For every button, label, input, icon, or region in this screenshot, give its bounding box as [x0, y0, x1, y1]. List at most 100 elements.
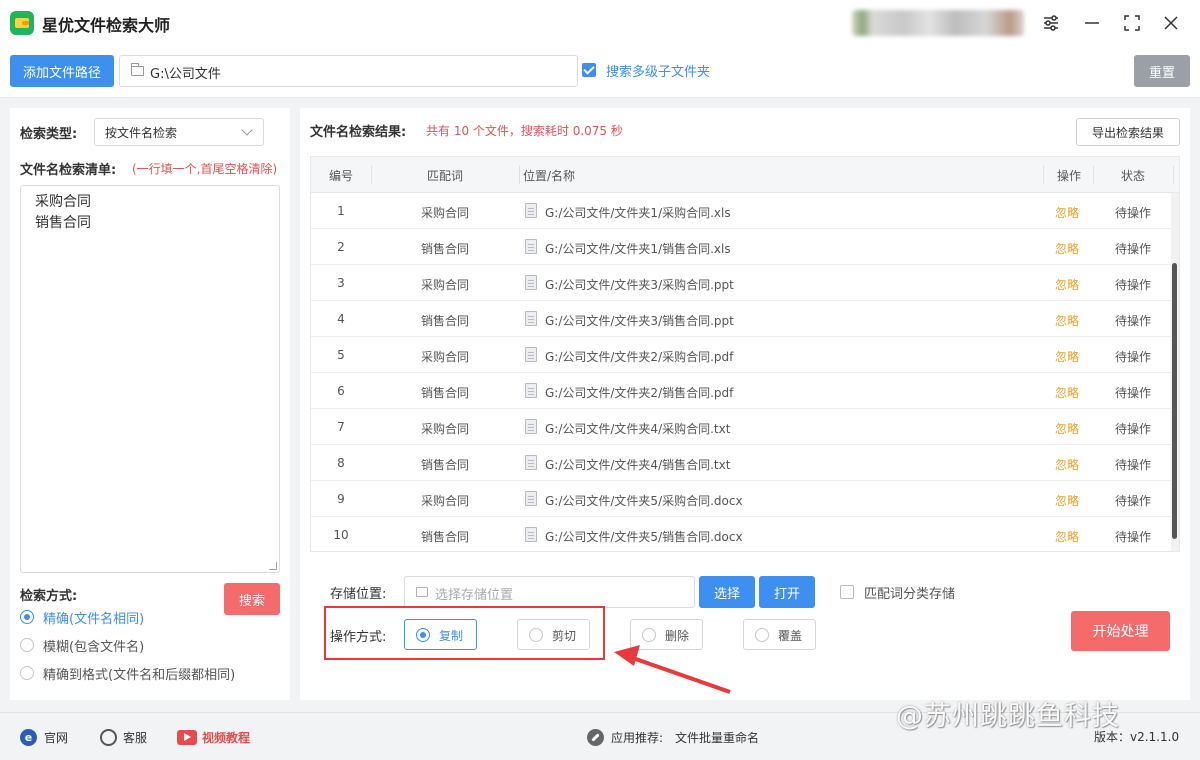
fuzzy-radio[interactable]	[20, 638, 34, 652]
row-keyword: 销售合同	[420, 242, 469, 256]
delete-option[interactable]: 删除	[630, 619, 703, 650]
row-ignore-link[interactable]: 忽略	[1041, 348, 1093, 365]
exact-radio[interactable]	[20, 610, 34, 624]
left-panel: 检索类型: 按文件名检索 文件名检索清单: (一行填一个,首尾空格清除) 采购合…	[10, 108, 290, 700]
path-input[interactable]: G:\公司文件	[119, 55, 578, 87]
row-ignore-link[interactable]: 忽略	[1041, 492, 1093, 509]
overwrite-option[interactable]: 覆盖	[743, 619, 816, 650]
link-icon	[587, 729, 604, 746]
website-icon[interactable]: e	[20, 729, 37, 746]
website-link[interactable]: 官网	[44, 729, 68, 746]
row-status: 待操作	[1114, 278, 1151, 292]
list-hint: (一行填一个,首尾空格清除)	[132, 162, 278, 176]
chevron-down-icon	[241, 124, 253, 136]
subfolder-checkbox[interactable]	[582, 63, 596, 77]
maximize-icon[interactable]	[1121, 12, 1143, 34]
row-status: 待操作	[1114, 494, 1151, 508]
recommend-app-link[interactable]: 文件批量重命名	[675, 729, 759, 746]
table-row[interactable]: 5 采购合同 G:/公司文件/文件夹2/采购合同.pdf 忽略 待操作	[311, 337, 1173, 373]
row-ignore-link[interactable]: 忽略	[1041, 528, 1093, 545]
storage-location-input[interactable]: 选择存储位置	[404, 576, 695, 608]
close-icon[interactable]	[1160, 12, 1182, 34]
list-label: 文件名检索清单:	[20, 163, 117, 178]
video-icon[interactable]	[177, 730, 197, 745]
column-header-path: 位置/名称	[523, 169, 576, 183]
table-row[interactable]: 10 销售合同 G:/公司文件/文件夹5/销售合同.docx 忽略 待操作	[311, 517, 1173, 551]
row-ignore-link[interactable]: 忽略	[1041, 384, 1093, 401]
row-ignore-link[interactable]: 忽略	[1041, 456, 1093, 473]
app-title: 星优文件检索大师	[42, 16, 171, 35]
results-table: 编号 匹配词 位置/名称 操作 状态 1 采购合同 G:/公司文件/文件夹1/采购合…	[310, 156, 1180, 552]
table-row[interactable]: 6 销售合同 G:/公司文件/文件夹2/销售合同.pdf 忽略 待操作	[311, 373, 1173, 409]
file-icon	[525, 311, 537, 326]
row-path: G:/公司文件/文件夹1/销售合同.xls	[545, 242, 731, 256]
exact-format-radio[interactable]	[20, 666, 34, 680]
column-header-op: 操作	[1056, 169, 1081, 183]
search-type-value: 按文件名检索	[105, 126, 178, 140]
filename-list-input[interactable]: 采购合同 销售合同	[20, 185, 280, 573]
title-bar: 星优文件检索大师	[0, 0, 1200, 46]
watermark: @苏州跳跳鱼科技	[896, 701, 1120, 732]
exact-option-label[interactable]: 精确(文件名相同)	[43, 608, 144, 627]
row-status: 待操作	[1114, 206, 1151, 220]
search-type-select[interactable]: 按文件名检索	[94, 118, 264, 146]
row-ignore-link[interactable]: 忽略	[1041, 420, 1093, 437]
table-scrollbar[interactable]	[1171, 193, 1179, 551]
column-header-keyword: 匹配词	[426, 169, 463, 183]
row-ignore-link[interactable]: 忽略	[1041, 240, 1093, 257]
folder-icon	[131, 63, 144, 76]
file-icon	[525, 347, 537, 362]
overwrite-radio[interactable]	[755, 628, 769, 642]
choose-location-button[interactable]: 选择	[699, 576, 755, 608]
row-keyword: 采购合同	[420, 494, 469, 508]
add-path-button[interactable]: 添加文件路径	[10, 55, 114, 87]
table-row[interactable]: 3 采购合同 G:/公司文件/文件夹3/采购合同.ppt 忽略 待操作	[311, 265, 1173, 301]
row-number: 2	[337, 240, 345, 254]
row-number: 1	[337, 204, 345, 218]
table-row[interactable]: 2 销售合同 G:/公司文件/文件夹1/销售合同.xls 忽略 待操作	[311, 229, 1173, 265]
service-link[interactable]: 客服	[123, 729, 147, 746]
scroll-thumb[interactable]	[1172, 263, 1177, 539]
resize-handle[interactable]	[269, 562, 277, 570]
table-row[interactable]: 9 采购合同 G:/公司文件/文件夹5/采购合同.docx 忽略 待操作	[311, 481, 1173, 517]
minimize-icon[interactable]	[1081, 12, 1103, 34]
results-summary: 共有 10 个文件，搜索耗时 0.075 秒	[426, 124, 623, 138]
table-row[interactable]: 7 采购合同 G:/公司文件/文件夹4/采购合同.txt 忽略 待操作	[311, 409, 1173, 445]
classify-label[interactable]: 匹配词分类存储	[864, 583, 955, 602]
row-status: 待操作	[1114, 530, 1151, 544]
row-path: G:/公司文件/文件夹5/销售合同.docx	[545, 530, 743, 544]
table-row[interactable]: 8 销售合同 G:/公司文件/文件夹4/销售合同.txt 忽略 待操作	[311, 445, 1173, 481]
row-ignore-link[interactable]: 忽略	[1041, 276, 1093, 293]
reset-button[interactable]: 重置	[1134, 55, 1190, 87]
row-ignore-link[interactable]: 忽略	[1041, 312, 1093, 329]
list-item: 采购合同	[35, 194, 91, 210]
toolbar: 添加文件路径 G:\公司文件 搜索多级子文件夹 重置	[0, 46, 1200, 98]
path-value: G:\公司文件	[150, 67, 221, 82]
row-keyword: 采购合同	[420, 350, 469, 364]
export-results-button[interactable]: 导出检索结果	[1076, 118, 1180, 146]
search-button[interactable]: 搜索	[224, 583, 280, 615]
delete-radio[interactable]	[642, 628, 656, 642]
results-title: 文件名检索结果:	[310, 125, 407, 140]
service-icon[interactable]	[100, 729, 117, 746]
table-row[interactable]: 4 销售合同 G:/公司文件/文件夹3/销售合同.ppt 忽略 待操作	[311, 301, 1173, 337]
exact-format-option-label[interactable]: 精确到格式(文件名和后缀都相同)	[43, 664, 235, 683]
classify-checkbox[interactable]	[840, 585, 854, 599]
settings-icon[interactable]	[1040, 12, 1062, 34]
table-header: 编号 匹配词 位置/名称 操作 状态	[311, 157, 1179, 193]
row-status: 待操作	[1114, 386, 1151, 400]
search-type-label: 检索类型:	[20, 127, 78, 142]
avatar[interactable]	[852, 10, 1024, 36]
row-status: 待操作	[1114, 350, 1151, 364]
start-processing-button[interactable]: 开始处理	[1071, 611, 1170, 651]
right-panel: 文件名检索结果: 共有 10 个文件，搜索耗时 0.075 秒 导出检索结果 编…	[300, 108, 1190, 700]
table-row[interactable]: 1 采购合同 G:/公司文件/文件夹1/采购合同.xls 忽略 待操作	[311, 193, 1173, 229]
open-location-button[interactable]: 打开	[759, 576, 815, 608]
row-path: G:/公司文件/文件夹2/销售合同.pdf	[545, 386, 734, 400]
subfolder-label[interactable]: 搜索多级子文件夹	[606, 61, 710, 80]
list-item: 销售合同	[35, 215, 91, 231]
fuzzy-option-label[interactable]: 模糊(包含文件名)	[43, 636, 144, 655]
highlight-frame	[324, 606, 605, 660]
row-ignore-link[interactable]: 忽略	[1041, 204, 1093, 221]
video-tutorial-link[interactable]: 视频教程	[202, 729, 250, 746]
